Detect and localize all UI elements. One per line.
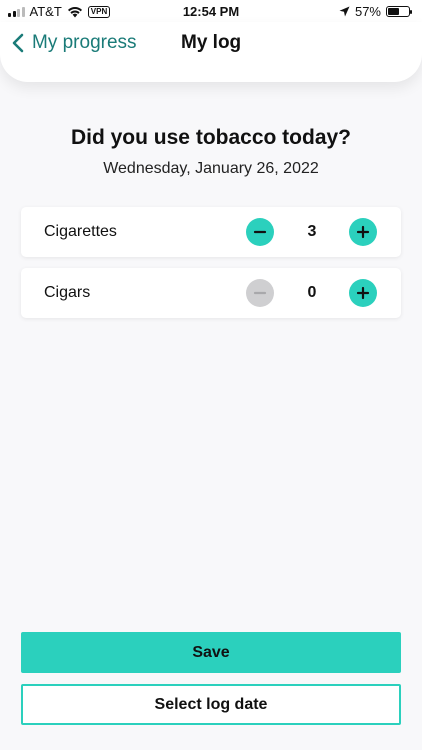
- plus-icon: [356, 225, 370, 239]
- item-label: Cigarettes: [44, 223, 117, 240]
- back-button[interactable]: My progress: [12, 32, 137, 54]
- select-log-date-button[interactable]: Select log date: [21, 684, 401, 725]
- decrement-button[interactable]: [246, 279, 274, 307]
- battery-fill: [388, 8, 400, 15]
- list-item-cigarettes: Cigarettes 3: [21, 207, 401, 257]
- increment-button[interactable]: [349, 218, 377, 246]
- minus-icon: [253, 230, 267, 234]
- battery-percent: 57%: [354, 4, 381, 19]
- save-button[interactable]: Save: [21, 632, 401, 673]
- navigation-bar: My progress My log: [0, 22, 422, 82]
- status-right: 57%: [339, 4, 412, 19]
- decrement-button[interactable]: [246, 218, 274, 246]
- status-bar: AT&T VPN 12:54 PM 57%: [0, 0, 422, 22]
- chevron-left-icon: [12, 33, 24, 53]
- item-label: Cigars: [44, 284, 91, 301]
- minus-icon: [253, 291, 267, 295]
- item-count: 0: [307, 284, 317, 301]
- location-arrow-icon: [339, 6, 350, 17]
- list-item-cigars: Cigars 0: [21, 268, 401, 318]
- item-count: 3: [307, 223, 317, 240]
- increment-button[interactable]: [349, 279, 377, 307]
- back-label: My progress: [32, 32, 137, 53]
- battery-icon: [386, 6, 412, 17]
- page-title: My log: [181, 32, 242, 53]
- question-heading: Did you use tobacco today?: [70, 126, 352, 149]
- plus-icon: [356, 286, 370, 300]
- log-date: Wednesday, January 26, 2022: [103, 160, 319, 177]
